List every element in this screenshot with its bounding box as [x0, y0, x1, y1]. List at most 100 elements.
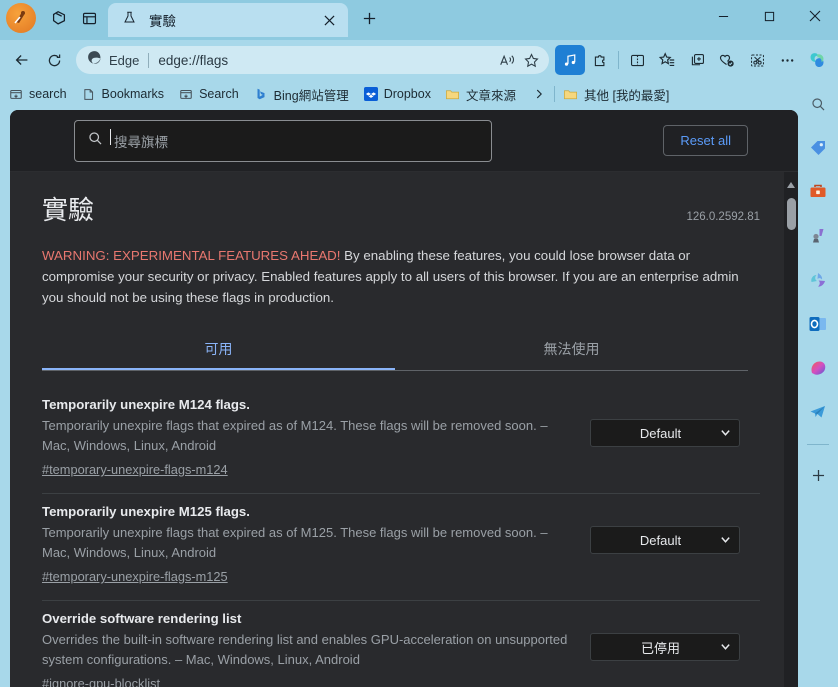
version-label: 126.0.2592.81 — [686, 211, 760, 223]
close-button[interactable] — [792, 0, 838, 32]
reset-all-button[interactable]: Reset all — [663, 125, 748, 156]
flags-tabs: 可用 無法使用 — [42, 330, 748, 371]
flag-row: Temporarily unexpire M124 flags. Tempora… — [42, 387, 760, 494]
collections-add-icon[interactable] — [682, 45, 712, 75]
bookmark-item[interactable]: Bing網站管理 — [253, 85, 349, 104]
title-row: 實驗 126.0.2592.81 — [42, 190, 760, 227]
maximize-button[interactable] — [746, 0, 792, 32]
flag-description: Overrides the built-in software renderin… — [42, 632, 568, 667]
scrollbar-thumb[interactable] — [786, 198, 796, 230]
back-arrow-icon[interactable] — [6, 44, 38, 76]
flag-permalink[interactable]: #temporary-unexpire-flags-m124 — [42, 462, 228, 477]
new-tab-button[interactable] — [354, 4, 384, 34]
minimize-button[interactable] — [700, 0, 746, 32]
page-icon — [81, 86, 97, 102]
search-engine-icon — [178, 86, 194, 102]
browser-tab[interactable]: 實驗 — [108, 3, 348, 37]
ellipsis-icon[interactable] — [772, 45, 802, 75]
workspaces-icon[interactable] — [44, 3, 74, 33]
search-placeholder: 搜尋旗標 — [110, 128, 168, 151]
flags-scroll-area: 實驗 126.0.2592.81 WARNING: EXPERIMENTAL F… — [10, 172, 798, 687]
flags-page: 搜尋旗標 Reset all 實驗 126.0.2592.81 WARNING:… — [10, 110, 798, 687]
search-icon[interactable] — [802, 88, 834, 120]
bookmark-item[interactable]: Dropbox — [363, 86, 431, 102]
chevron-right-icon[interactable] — [532, 87, 546, 101]
flag-value-label: 已停用 — [640, 640, 680, 656]
games-icon[interactable] — [802, 220, 834, 252]
bookmarks-divider — [553, 86, 555, 102]
favorites-star-list-icon[interactable] — [652, 45, 682, 75]
designer-icon[interactable] — [802, 352, 834, 384]
bookmark-label: Bookmarks — [101, 87, 165, 101]
flag-row: Override software rendering list Overrid… — [42, 601, 760, 687]
search-input[interactable]: 搜尋旗標 — [74, 119, 492, 162]
flag-row: Temporarily unexpire M125 flags. Tempora… — [42, 494, 760, 601]
music-note-icon[interactable] — [555, 45, 585, 75]
browser-essentials-heart-icon[interactable] — [712, 45, 742, 75]
chevron-down-icon — [720, 640, 731, 655]
bookmark-label: search — [29, 87, 67, 101]
refresh-icon[interactable] — [38, 44, 70, 76]
flag-title: Temporarily unexpire M125 flags. — [42, 504, 250, 519]
window-controls — [700, 0, 838, 32]
address-bar[interactable]: Edge edge://flags — [76, 46, 549, 74]
flag-value-label: Default — [639, 425, 682, 441]
page-scrollbar[interactable] — [784, 172, 798, 687]
dropbox-icon — [363, 86, 379, 102]
drop-icon[interactable] — [802, 264, 834, 296]
read-aloud-icon[interactable] — [495, 48, 519, 72]
edge-logo-icon — [86, 49, 103, 71]
toolbar-divider — [618, 51, 619, 69]
tag-icon[interactable] — [802, 132, 834, 164]
toolbox-icon[interactable] — [802, 176, 834, 208]
bookmark-folder-other[interactable]: 其他 [我的最愛] — [563, 85, 669, 104]
scroll-up-arrow-icon[interactable] — [786, 176, 796, 194]
url-text[interactable]: edge://flags — [158, 53, 495, 68]
omnibox-brand-label: Edge — [109, 52, 140, 68]
bookmark-label: 文章來源 — [465, 88, 516, 103]
bookmark-item[interactable]: search — [8, 86, 67, 102]
tab-unavailable[interactable]: 無法使用 — [395, 330, 748, 370]
star-icon[interactable] — [519, 48, 543, 72]
tab-available[interactable]: 可用 — [42, 330, 395, 370]
folder-icon — [445, 86, 461, 102]
flag-value-label: Default — [639, 532, 682, 548]
telegram-icon[interactable] — [802, 396, 834, 428]
plus-icon[interactable] — [802, 459, 834, 491]
bing-icon — [253, 86, 269, 102]
flag-title: Temporarily unexpire M124 flags. — [42, 397, 250, 412]
close-icon[interactable] — [318, 9, 340, 31]
bookmark-label: Bing網站管理 — [273, 88, 349, 103]
chevron-down-icon — [720, 533, 731, 548]
split-screen-icon[interactable] — [622, 45, 652, 75]
edge-sidebar — [798, 80, 838, 687]
tab-actions-icon[interactable] — [74, 3, 104, 33]
flags-header: 搜尋旗標 Reset all — [10, 110, 798, 172]
bookmark-item[interactable]: Bookmarks — [81, 86, 165, 102]
warning-headline: WARNING: EXPERIMENTAL FEATURES AHEAD! — [42, 248, 341, 263]
bookmark-label: 其他 [我的最愛] — [583, 88, 670, 103]
web-capture-icon[interactable] — [742, 45, 772, 75]
copilot-icon[interactable] — [802, 45, 832, 75]
sidebar-divider — [807, 444, 829, 445]
profile-avatar[interactable] — [6, 3, 36, 33]
flag-title: Override software rendering list — [42, 611, 242, 626]
flag-value-select[interactable]: 已停用 — [590, 633, 740, 661]
title-bar: 實驗 — [0, 0, 838, 40]
search-icon — [87, 130, 104, 152]
navigation-toolbar: Edge edge://flags — [0, 40, 838, 80]
flag-permalink[interactable]: #ignore-gpu-blocklist — [42, 676, 160, 687]
tab-title: 實驗 — [149, 14, 176, 29]
puzzle-icon[interactable] — [585, 45, 615, 75]
flag-permalink[interactable]: #temporary-unexpire-flags-m125 — [42, 569, 228, 584]
flag-value-select[interactable]: Default — [590, 526, 740, 554]
omnibox-divider — [148, 52, 150, 68]
folder-icon — [563, 86, 579, 102]
bookmark-item[interactable]: 文章來源 — [445, 85, 516, 104]
flag-value-select[interactable]: Default — [590, 419, 740, 447]
bookmark-item[interactable]: Search — [178, 86, 239, 102]
flask-icon — [122, 10, 137, 30]
chevron-down-icon — [720, 426, 731, 441]
outlook-icon[interactable] — [802, 308, 834, 340]
bookmark-label: Dropbox — [383, 87, 431, 101]
